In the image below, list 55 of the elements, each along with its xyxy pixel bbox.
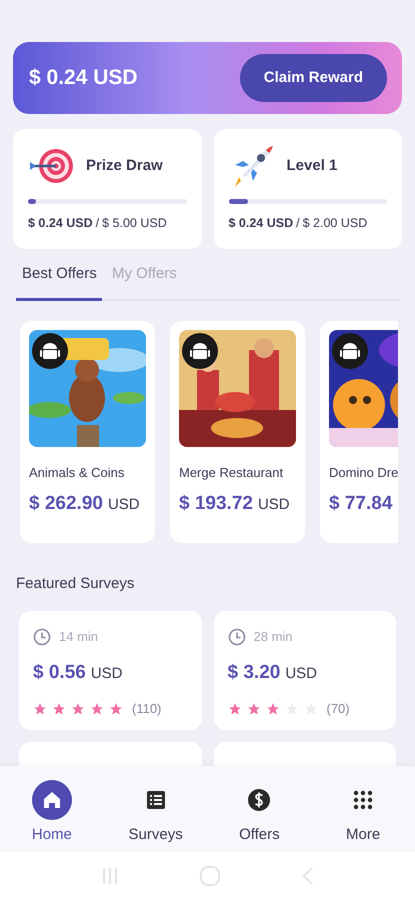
star-icon	[71, 702, 85, 716]
star-icon	[90, 702, 104, 716]
goal-card[interactable]: Prize Draw $ 0.24 USD / $ 5.00 USD	[13, 129, 202, 249]
nav-tab[interactable]: Home	[0, 766, 104, 852]
current-amount: $ 0.24 USD	[228, 215, 294, 232]
balance-amount: $ 0.24 USD	[29, 65, 138, 92]
offer-name: Merge Restaurant	[179, 464, 284, 482]
survey-duration: 14 min	[59, 628, 98, 646]
star-icon	[33, 702, 47, 716]
offer-card[interactable]: Domino Dre $ 77.84	[320, 320, 398, 542]
currency-label: USD	[285, 664, 317, 684]
rating-count: (110)	[132, 700, 162, 718]
target-icon	[28, 146, 74, 186]
currency-label: USD	[90, 664, 122, 684]
goal-title: Prize Draw	[86, 156, 163, 176]
back-icon[interactable]	[301, 866, 316, 886]
current-amount: $ 0.24 USD	[28, 215, 93, 232]
survey-price: $ 0.56	[33, 660, 86, 684]
home-icon	[30, 779, 73, 821]
claim-reward-button[interactable]: Claim Reward	[240, 54, 387, 102]
rating-count: (70)	[326, 700, 350, 718]
survey-duration: 28 min	[254, 628, 293, 646]
android-icon	[332, 332, 368, 368]
offer-name: Animals & Coins	[29, 464, 126, 482]
survey-price: $ 3.20	[228, 660, 280, 684]
offer-name: Domino Dre	[329, 464, 398, 482]
goal-amount: $ 5.00 USD	[102, 215, 167, 232]
survey-card[interactable]: 28 min $ 3.20 USD (70)	[214, 611, 396, 730]
goal-amount: $ 2.00 USD	[302, 215, 368, 232]
separator: /	[296, 215, 300, 232]
clock-icon	[33, 628, 51, 646]
clock-icon	[228, 628, 246, 646]
nav-tab[interactable]: More	[311, 766, 415, 852]
currency-label: USD	[108, 495, 140, 515]
offer-price: $ 77.84	[329, 492, 392, 516]
android-icon	[32, 332, 68, 368]
star-icon	[266, 702, 280, 716]
star-icon	[228, 702, 242, 716]
nav-tab[interactable]: Offers	[208, 766, 312, 852]
separator: /	[96, 215, 100, 232]
nav-tab[interactable]: Surveys	[104, 766, 208, 852]
survey-card[interactable]: 14 min $ 0.56 USD (110)	[19, 611, 202, 730]
star-icon	[246, 702, 260, 716]
offer-price: $ 262.90	[29, 492, 103, 516]
android-icon	[182, 332, 218, 368]
section-title: Featured Surveys	[16, 574, 136, 594]
goal-title: Level 1	[286, 156, 338, 176]
star-icon	[52, 702, 66, 716]
offer-card[interactable]: Merge Restaurant $ 193.72 USD	[170, 320, 305, 542]
currency-label: USD	[258, 495, 290, 515]
offer-card[interactable]: Animals & Coins $ 262.90 USD	[20, 320, 155, 542]
offer-price: $ 193.72	[179, 492, 253, 516]
tab[interactable]: Best Offers	[16, 263, 102, 300]
star-icon	[109, 702, 123, 716]
goal-card[interactable]: Level 1 $ 0.24 USD / $ 2.00 USD	[214, 129, 402, 249]
